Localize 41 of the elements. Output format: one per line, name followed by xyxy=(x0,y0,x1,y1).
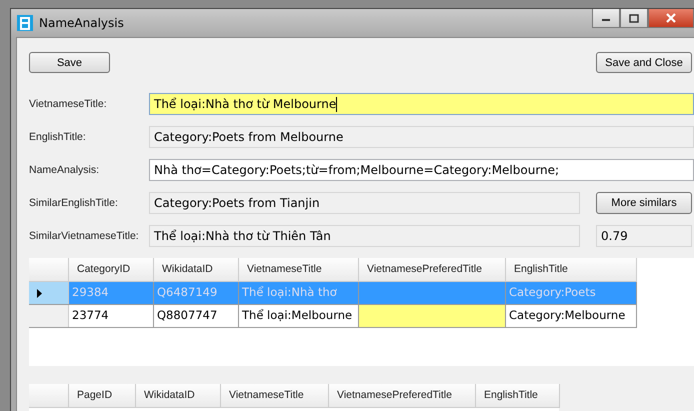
row-header[interactable] xyxy=(29,282,69,304)
field-label: EnglishTitle: xyxy=(29,130,87,142)
column-header[interactable]: PageID xyxy=(69,384,136,407)
maximize-button[interactable] xyxy=(620,9,648,28)
close-button[interactable] xyxy=(648,9,694,28)
column-header[interactable]: WikidataID xyxy=(154,258,239,281)
table-cell: Thể loại:Nhà thơ xyxy=(239,282,359,304)
text-field[interactable]: Thể loại:Nhà thơ từ Thiên Tân xyxy=(149,224,580,246)
field-label: VietnameseTitle: xyxy=(29,98,108,110)
table-cell: Q6487149 xyxy=(154,282,239,304)
save-and-close-button[interactable]: Save and Close xyxy=(596,52,692,73)
close-icon xyxy=(665,13,677,23)
text-field[interactable]: Thể loại:Nhà thơ từ Melbourne xyxy=(149,92,694,114)
text-field[interactable]: Category:Poets from Tianjin xyxy=(149,192,580,214)
text-field[interactable]: Category:Poets from Melbourne xyxy=(149,126,694,148)
app-icon xyxy=(17,15,33,31)
table-cell: Q8807747 xyxy=(154,305,239,327)
row-pointer-icon xyxy=(37,288,42,298)
column-header[interactable]: CategoryID xyxy=(69,258,154,281)
field-label: SimilarVietnameseTitle: xyxy=(29,230,140,242)
table-cell: Category:Poets xyxy=(506,282,637,304)
column-header[interactable]: EnglishTitle xyxy=(506,258,637,281)
table-cell: 23774 xyxy=(69,305,154,327)
column-header[interactable]: VietnameseTitle xyxy=(221,384,329,407)
grid-row[interactable]: 23774 Q8807747 Thể loại:Melbourne Category:Melbourne xyxy=(29,305,637,328)
save-button[interactable]: Save xyxy=(29,52,110,73)
column-header[interactable]: VietnameseTitle xyxy=(239,258,359,281)
field-label: NameAnalysis: xyxy=(29,164,100,176)
column-header[interactable]: WikidataID xyxy=(136,384,221,407)
column-header[interactable]: VietnamesePreferedTitle xyxy=(359,258,506,281)
column-header[interactable]: EnglishTitle xyxy=(476,384,560,407)
maximize-icon xyxy=(629,14,639,22)
field-label: SimilarEnglishTitle: xyxy=(29,196,119,208)
window-title: NameAnalysis xyxy=(39,16,124,30)
table-cell: 29384 xyxy=(69,282,154,304)
minimize-button[interactable] xyxy=(592,9,620,28)
table-cell: Category:Melbourne xyxy=(506,305,637,327)
score-field[interactable]: 0.79 xyxy=(596,224,692,246)
column-header[interactable]: VietnamesePreferedTitle xyxy=(329,384,476,407)
more-similars-button[interactable]: More similars xyxy=(596,192,692,214)
text-field[interactable]: Nhà thơ=Category:Poets;từ=from;Melbourne=Category:Melbourne; xyxy=(149,158,694,180)
